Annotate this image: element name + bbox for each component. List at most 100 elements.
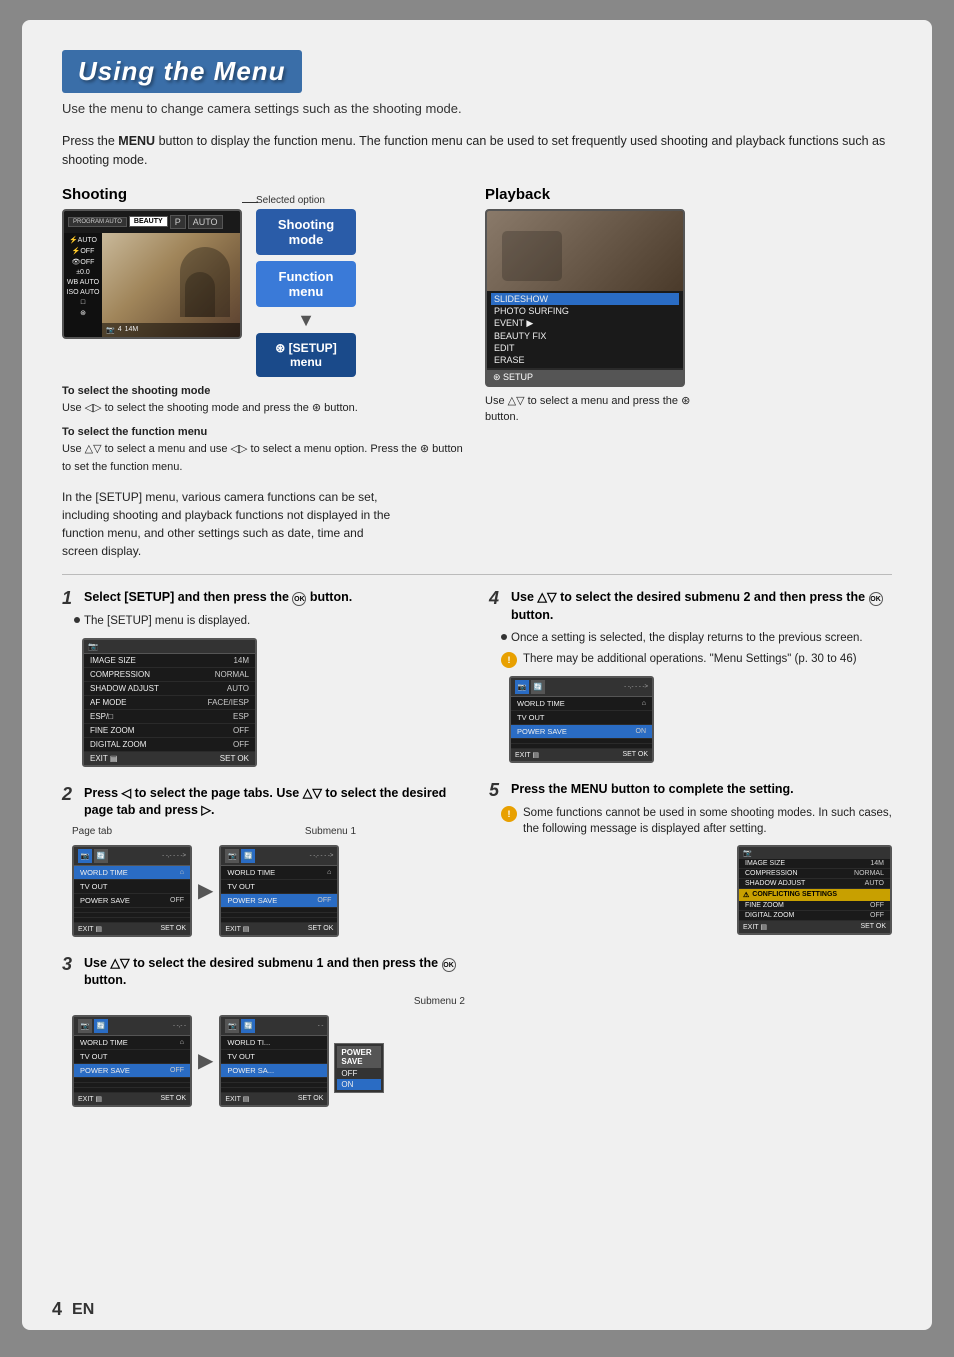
ns-header-right: 📷 🔄 - -,- - - -> [221, 847, 337, 866]
mode-program: PROGRAM AUTO [68, 217, 127, 227]
submenu1-label: Submenu 1 [196, 826, 465, 837]
ns3-ps-v: OFF [170, 1067, 184, 1074]
playback-use-text: Use △▽ to select a menu and press the ⊛ … [485, 393, 695, 426]
camera-image-area: 📷 4 14M [102, 233, 240, 337]
select-function-heading: To select the function menu [62, 426, 207, 438]
ns4-wt: WORLD TIME ⌂ [511, 697, 652, 711]
ns-wt-label-right: WORLD TIME [227, 868, 323, 877]
ns-ps-label-right: POWER SAVE [227, 896, 313, 905]
ns3-footer-left: EXIT ▤ SET OK [74, 1093, 190, 1105]
camera-bottom-bar: 📷 4 14M [102, 323, 240, 337]
side-icon-wb: WB AUTO [66, 278, 100, 287]
ms-label-finezoom: FINE ZOOM [90, 726, 229, 735]
ns-tab1-right: 📷 [225, 849, 239, 863]
ns-tvout-left: TV OUT [74, 880, 190, 894]
sm2-off: OFF [337, 1068, 381, 1079]
ns3r-wt-l: WORLD TI... [227, 1038, 321, 1047]
function-menu-label2: menu [270, 284, 342, 299]
page-tab-label: Page tab [72, 826, 192, 837]
ns3-tab2: 🔄 [94, 1019, 108, 1033]
ns-exit-right: EXIT ▤ [225, 925, 249, 933]
pb-beauty-fix: BEAUTY FIX [491, 330, 679, 342]
ns3-exit-l: EXIT ▤ [78, 1095, 102, 1103]
ns3r-tab2: 🔄 [241, 1019, 255, 1033]
setup-description: In the [SETUP] menu, various camera func… [62, 488, 402, 560]
ok-btn-4: OK [869, 592, 883, 606]
step-2-text: Press ◁ to select the page tabs. Use △▽ … [84, 785, 465, 820]
ns-tab2-right: 🔄 [241, 849, 255, 863]
page-number: 4 [52, 1299, 62, 1320]
selected-option-label: Selected option [256, 195, 325, 206]
conflict-row-2: COMPRESSION NORMAL [739, 869, 890, 879]
side-icon-iso: ISO AUTO [66, 288, 100, 297]
step-2-header: 2 Press ◁ to select the page tabs. Use △… [62, 785, 465, 820]
camera-side-menu: ⚡AUTO ⚡OFF 👁OFF ±0.0 WB AUTO ISO AUTO □ … [64, 233, 102, 337]
step-2-labels: Page tab Submenu 1 [72, 826, 465, 837]
ns-footer-left: EXIT ▤ SET OK [74, 923, 190, 935]
pb-setup: ⊛ SETUP [487, 370, 683, 385]
nav-screen-left: 📷 🔄 - -,- - - -> WORLD TIME ⌂ TV OUT [72, 845, 192, 937]
ns4-tab2: 🔄 [531, 680, 545, 694]
nav-screen-step3-right: 📷 🔄 - - WORLD TI... TV OUT [219, 1015, 329, 1107]
page-title: Using the Menu [78, 56, 286, 87]
shooting-block: Shooting PROGRAM AUTO BEAUTY P AUTO ⚡AUT… [62, 186, 469, 477]
ns3-set-l: SET OK [160, 1095, 186, 1103]
pb-edit: EDIT [491, 342, 679, 354]
ms-row-compression: COMPRESSION NORMAL [84, 668, 255, 682]
ms-val-shadow: AUTO [227, 684, 249, 693]
en-label: EN [72, 1301, 94, 1319]
playback-image [487, 211, 683, 291]
ms-label-image-size: IMAGE SIZE [90, 656, 229, 665]
ns-powersave-left: POWER SAVE OFF [74, 894, 190, 908]
ns-wt-label-left: WORLD TIME [80, 868, 176, 877]
side-icon-redeye: 👁OFF [66, 257, 100, 267]
warn-icon: ⚠ [743, 891, 749, 899]
step-1-screen-wrapper: 📷 IMAGE SIZE 14M COMPRESSION NORMAL SHAD… [82, 638, 465, 767]
menu-shooting-mode: Shooting mode [256, 209, 356, 255]
submenu2-label: Submenu 2 [414, 996, 465, 1007]
ms-footer-1: EXIT ▤ SET OK [84, 752, 255, 765]
step-3-header: 3 Use △▽ to select the desired submenu 1… [62, 955, 465, 990]
menu-screen-step1: 📷 IMAGE SIZE 14M COMPRESSION NORMAL SHAD… [82, 638, 257, 767]
side-icon-flash-off: ⚡OFF [66, 246, 100, 256]
side-icon-drive: ⊛ [66, 308, 100, 318]
ns4-header: 📷 🔄 - -,- - - -> [511, 678, 652, 697]
sm2-on: ON [337, 1079, 381, 1090]
step-1-bullet-text: The [SETUP] menu is displayed. [84, 613, 250, 629]
ns3r-ps-l: POWER SA... [227, 1066, 321, 1075]
arrow-right-3: ▶ [198, 1048, 213, 1073]
ms-row-digitalzoom: DIGITAL ZOOM OFF [84, 738, 255, 752]
step-4-info-text: There may be additional operations. "Men… [523, 651, 857, 667]
conflict-icon: 📷 [743, 849, 752, 857]
ns4-ps-l: POWER SAVE [517, 727, 632, 736]
conf-label-5: FINE ZOOM [745, 902, 866, 909]
step-5-text: Press the MENU button to complete the se… [511, 781, 892, 799]
selected-option-line [242, 202, 258, 203]
ns3-tv-l: TV OUT [80, 1052, 184, 1061]
cam-icon-pic: 📷 [106, 326, 115, 334]
side-icon-flash: ⚡AUTO [66, 235, 100, 245]
menu-setup: ⊛ [SETUP] menu [256, 333, 356, 377]
ms-val-af: FACE/IESP [208, 698, 249, 707]
ns3r-tab1: 📷 [225, 1019, 239, 1033]
playback-block: Playback SLIDESHOW PHOTO SURFING EVENT ▶… [485, 186, 892, 426]
function-menu-label: Function [270, 269, 342, 284]
select-shooting-text: Use ◁▷ to select the shooting mode and p… [62, 400, 469, 418]
ms-header-1: 📷 [84, 640, 255, 654]
cam-icon-14m: 14M [125, 326, 139, 333]
ns4-tv-l: TV OUT [517, 713, 646, 722]
ns-wt-val-right: ⌂ [327, 869, 331, 876]
ms-val-image-size: 14M [233, 656, 249, 665]
divider [62, 574, 892, 575]
ns-powersave-right: POWER SAVE OFF [221, 894, 337, 908]
conflict-warning: ⚠ CONFLICTING SETTINGS [739, 889, 890, 901]
conflict-row-6: DIGITAL ZOOM OFF [739, 911, 890, 921]
step-3-labels: Submenu 2 [72, 996, 465, 1007]
ms-exit-1: EXIT ▤ [90, 754, 117, 763]
conf-exit: EXIT ▤ [743, 923, 767, 931]
nav-screen-right: 📷 🔄 - -,- - - -> WORLD TIME ⌂ TV OUT [219, 845, 339, 937]
conf-label-3: SHADOW ADJUST [745, 880, 861, 887]
sm2-header: POWER SAVE [337, 1046, 381, 1068]
step-4-info: ! There may be additional operations. "M… [501, 651, 892, 668]
step-2: 2 Press ◁ to select the page tabs. Use △… [62, 785, 465, 937]
